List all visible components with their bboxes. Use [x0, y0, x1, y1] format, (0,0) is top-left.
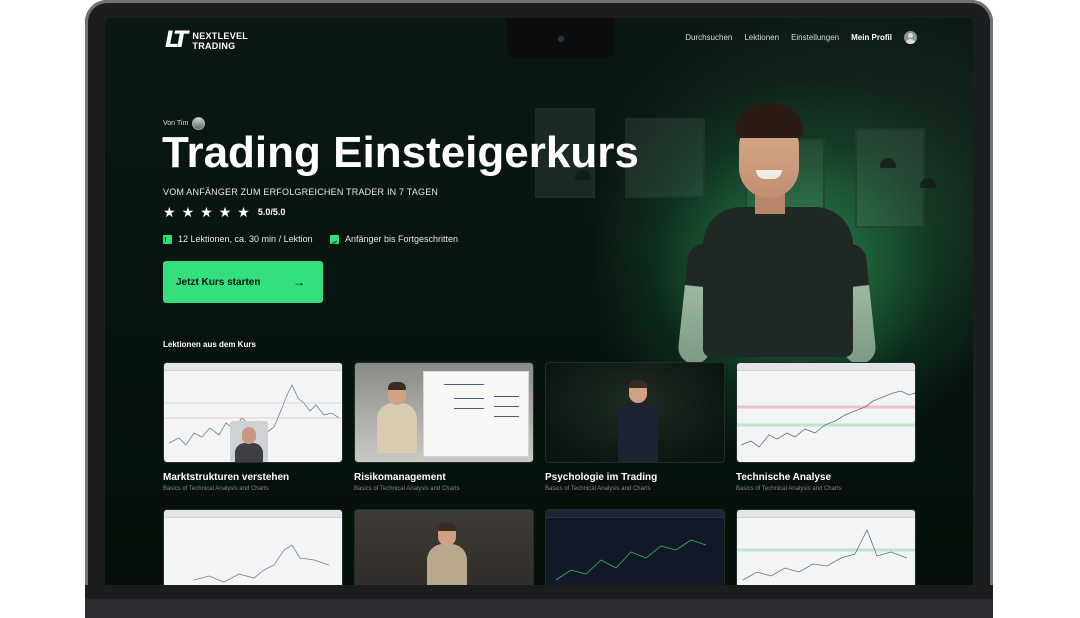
whiteboard-text [494, 416, 519, 417]
lesson-thumbnail [354, 362, 534, 463]
brand-logo[interactable]: LT NEXTLEVEL TRADING [165, 28, 248, 53]
star-icon: ★ [218, 204, 232, 220]
whiteboard-text [444, 384, 484, 385]
whiteboard-text [454, 398, 484, 399]
user-avatar-icon[interactable] [904, 31, 917, 44]
author-label: Von Tim [163, 120, 189, 127]
lesson-card[interactable] [545, 509, 725, 585]
lesson-card[interactable]: Technische Analyse Basics of Technical A… [736, 362, 916, 492]
nav-links: Durchsuchen Lektionen Einstellungen Mein… [685, 31, 917, 44]
lesson-thumbnail [736, 509, 916, 585]
star-icon: ★ [237, 204, 250, 220]
arrow-right-icon: → [293, 275, 305, 289]
lesson-subtitle: Basics of Technical Analysis and Charts [163, 486, 269, 492]
camera-notch [507, 18, 615, 58]
course-title: Trading Einsteigerkurs [162, 128, 639, 177]
webcam-person-body [235, 443, 263, 462]
lesson-subtitle: Basics of Technical Analysis and Charts [354, 486, 460, 492]
presenter-body [618, 401, 658, 462]
lessons-section-title: Lektionen aus dem Kurs [163, 340, 256, 349]
lesson-thumbnail [736, 362, 916, 463]
laptop-base [85, 585, 993, 618]
instructor-shirt [703, 207, 853, 357]
price-chart-graphic [193, 544, 330, 583]
price-chart-graphic [737, 390, 915, 448]
lesson-title: Technische Analyse [736, 472, 832, 483]
logo-line-2: TRADING [192, 40, 236, 51]
presenter-body [377, 403, 417, 453]
lesson-subtitle: Basics of Technical Analysis and Charts [545, 486, 651, 492]
meta-level-text: Anfänger bis Fortgeschritten [345, 234, 459, 244]
star-icon: ★ [181, 204, 195, 220]
lesson-card[interactable]: Psychologie im Trading Basics of Technic… [545, 362, 725, 492]
lesson-card[interactable]: Risikomanagement Basics of Technical Ana… [354, 362, 534, 492]
lesson-thumbnail [354, 509, 534, 585]
browser-screen: LT NEXTLEVEL TRADING Durchsuchen Lektion… [105, 18, 973, 585]
logo-mark: LT [165, 28, 188, 53]
lesson-card[interactable] [163, 509, 343, 585]
chart-icon [330, 234, 339, 244]
bg-lamp [920, 178, 936, 188]
presenter-body [427, 544, 467, 585]
logo-line-1: NEXTLEVEL [192, 30, 249, 41]
nav-link-lektionen[interactable]: Lektionen [744, 33, 779, 42]
lesson-card[interactable] [354, 509, 534, 585]
logo-wordmark: NEXTLEVEL TRADING [192, 31, 248, 51]
nav-link-einstellungen[interactable]: Einstellungen [791, 33, 839, 42]
start-course-button[interactable]: Jetzt Kurs starten → [163, 261, 323, 303]
lesson-card[interactable] [736, 509, 916, 585]
presenter-hair [629, 380, 647, 388]
book-icon [163, 234, 172, 244]
star-icon: ★ [200, 204, 213, 220]
nav-link-durchsuchen[interactable]: Durchsuchen [685, 33, 732, 42]
lesson-title: Marktstrukturen verstehen [163, 472, 290, 483]
instructor-hair [735, 104, 803, 138]
price-chart-graphic [555, 539, 707, 581]
presenter-hair [438, 523, 456, 531]
lesson-thumbnail [545, 362, 725, 463]
course-rating: ★ ★ ★ ★ ★ 5.0/5.0 [163, 205, 285, 219]
nav-link-profile[interactable]: Mein Profil [851, 33, 892, 42]
webcam-person-head [242, 427, 256, 444]
star-icon: ★ [163, 204, 176, 220]
lesson-thumbnail [163, 362, 343, 463]
lesson-card[interactable]: Marktstrukturen verstehen Basics of Tech… [163, 362, 343, 492]
webcam-icon [558, 36, 564, 42]
lesson-title: Risikomanagement [354, 472, 446, 483]
whiteboard-text [494, 406, 519, 407]
whiteboard-graphic [423, 371, 529, 457]
presenter-hair [388, 382, 406, 390]
meta-level: Anfänger bis Fortgeschritten [330, 234, 458, 244]
start-course-label: Jetzt Kurs starten [176, 276, 261, 288]
price-chart-graphic [737, 529, 915, 581]
lesson-subtitle: Basics of Technical Analysis and Charts [736, 486, 842, 492]
meta-lessons: 12 Lektionen, ca. 30 min / Lektion [163, 234, 313, 244]
bg-lamp [880, 158, 896, 168]
lesson-title: Psychologie im Trading [545, 472, 658, 483]
whiteboard-text [454, 408, 484, 409]
lesson-thumbnail [545, 509, 725, 585]
course-subtitle: VOM ANFÄNGER ZUM ERFOLGREICHEN TRADER IN… [163, 187, 439, 197]
whiteboard-text [494, 396, 519, 397]
webcam-overlay [230, 421, 268, 462]
meta-lessons-text: 12 Lektionen, ca. 30 min / Lektion [178, 234, 313, 244]
lesson-thumbnail [163, 509, 343, 585]
laptop-frame: LT NEXTLEVEL TRADING Durchsuchen Lektion… [85, 0, 993, 618]
instructor-photo [676, 104, 878, 404]
rating-value: 5.0/5.0 [257, 207, 286, 217]
